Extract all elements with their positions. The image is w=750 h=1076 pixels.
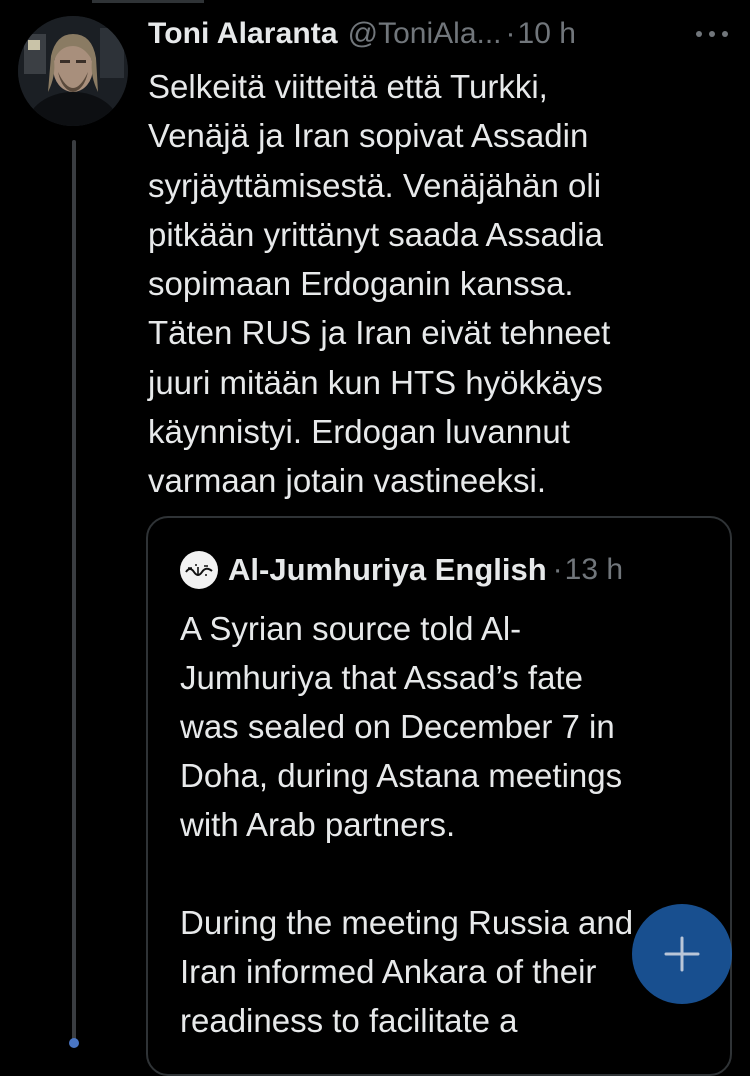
tweet-timestamp[interactable]: 10 h xyxy=(518,17,576,51)
profile-photo xyxy=(18,16,128,126)
quoted-author-name[interactable]: Al-Jumhuriya English xyxy=(228,552,547,588)
top-divider xyxy=(92,0,204,3)
tweet-text: Selkeitä viitteitä että Turkki, Venäjä j… xyxy=(148,68,611,500)
author-handle[interactable]: @ToniAla... xyxy=(348,17,502,51)
more-horizontal-icon[interactable] xyxy=(692,20,732,48)
quoted-tweet-card[interactable]: Al-Jumhuriya English · 13 h A Syrian sou… xyxy=(146,516,732,1076)
author-avatar[interactable] xyxy=(18,16,128,126)
calligraphy-logo xyxy=(185,564,213,576)
author-name[interactable]: Toni Alaranta xyxy=(148,17,338,51)
thread-connector-line xyxy=(72,140,76,1040)
thread-connector-dot xyxy=(69,1038,79,1048)
quoted-tweet-text: A Syrian source told Al- Jumhuriya that … xyxy=(180,610,634,1039)
quoted-author-avatar xyxy=(180,551,218,589)
plus-icon xyxy=(664,936,700,972)
quoted-header-separator: · xyxy=(552,553,563,586)
quoted-tweet-header: Al-Jumhuriya English · 13 h xyxy=(180,550,623,590)
compose-button[interactable] xyxy=(632,904,732,1004)
quoted-tweet-timestamp: 13 h xyxy=(564,553,624,586)
header-separator: · xyxy=(505,17,516,50)
tweet-header: Toni Alaranta @ToniAla... · 10 h xyxy=(148,14,738,54)
